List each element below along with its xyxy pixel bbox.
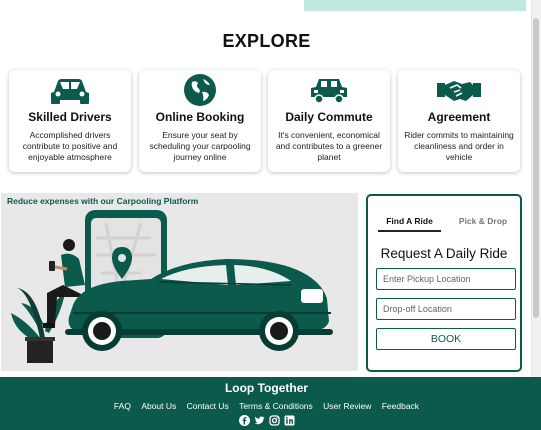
section-title: EXPLORE — [222, 31, 311, 51]
footer-link-feedback[interactable]: Feedback — [382, 401, 419, 411]
car-icon — [9, 74, 131, 106]
feature-card-agreement: Agreement Rider commits to maintaining c… — [398, 70, 520, 172]
ride-form-title: Request A Daily Ride — [380, 246, 508, 261]
footer-link-faq[interactable]: FAQ — [114, 401, 131, 411]
footer-link-contact-us[interactable]: Contact Us — [187, 401, 229, 411]
feature-title: Skilled Drivers — [28, 110, 112, 124]
footer-link-terms[interactable]: Terms & Conditions — [239, 401, 313, 411]
globe-icon — [139, 74, 261, 106]
facebook-icon[interactable] — [238, 415, 250, 426]
feature-title: Online Booking — [155, 110, 245, 124]
feature-title: Agreement — [427, 110, 491, 124]
feature-title: Daily Commute — [285, 110, 373, 124]
footer-links: FAQ About Us Contact Us Terms & Conditio… — [0, 401, 533, 411]
linkedin-icon[interactable] — [284, 415, 295, 426]
feature-card-online-booking: Online Booking Ensure your seat by sched… — [139, 70, 261, 172]
twitter-icon[interactable] — [253, 415, 265, 426]
book-button[interactable]: BOOK — [376, 328, 516, 350]
social-icons — [0, 415, 533, 426]
top-accent-strip — [304, 0, 526, 11]
scrollbar-thumb[interactable] — [533, 18, 539, 318]
feature-description: Accomplished drivers contribute to posit… — [22, 130, 118, 162]
footer-link-user-review[interactable]: User Review — [323, 401, 371, 411]
footer: Loop Together FAQ About Us Contact Us Te… — [0, 377, 541, 430]
feature-description: Ensure your seat by scheduling your carp… — [149, 130, 251, 162]
ride-request-panel: Find A Ride Pick & Drop Request A Daily … — [366, 194, 522, 372]
feature-description: It's convenient, economical and contribu… — [275, 130, 383, 162]
tab-find-a-ride[interactable]: Find A Ride — [378, 214, 441, 232]
feature-cards: Skilled Drivers Accomplished drivers con… — [9, 70, 521, 174]
carpool-illustration — [11, 210, 333, 363]
tab-pick-and-drop[interactable]: Pick & Drop — [452, 214, 514, 232]
carpool-icon — [268, 74, 390, 106]
pickup-location-input[interactable]: Enter Pickup Location — [376, 268, 516, 290]
dropoff-location-input[interactable]: Drop-off Location — [376, 298, 516, 320]
footer-brand: Loop Together — [224, 381, 309, 395]
feature-card-skilled-drivers: Skilled Drivers Accomplished drivers con… — [9, 70, 131, 172]
feature-description: Rider commits to maintaining cleanliness… — [404, 130, 514, 162]
instagram-icon[interactable] — [268, 415, 280, 426]
footer-link-about-us[interactable]: About Us — [141, 401, 176, 411]
promo-banner: Reduce expenses with our Carpooling Plat… — [1, 193, 358, 371]
feature-card-daily-commute: Daily Commute It's convenient, economica… — [268, 70, 390, 172]
promo-text: Reduce expenses with our Carpooling Plat… — [7, 196, 199, 206]
ride-tabs: Find A Ride Pick & Drop — [378, 214, 513, 232]
handshake-icon — [398, 74, 520, 106]
